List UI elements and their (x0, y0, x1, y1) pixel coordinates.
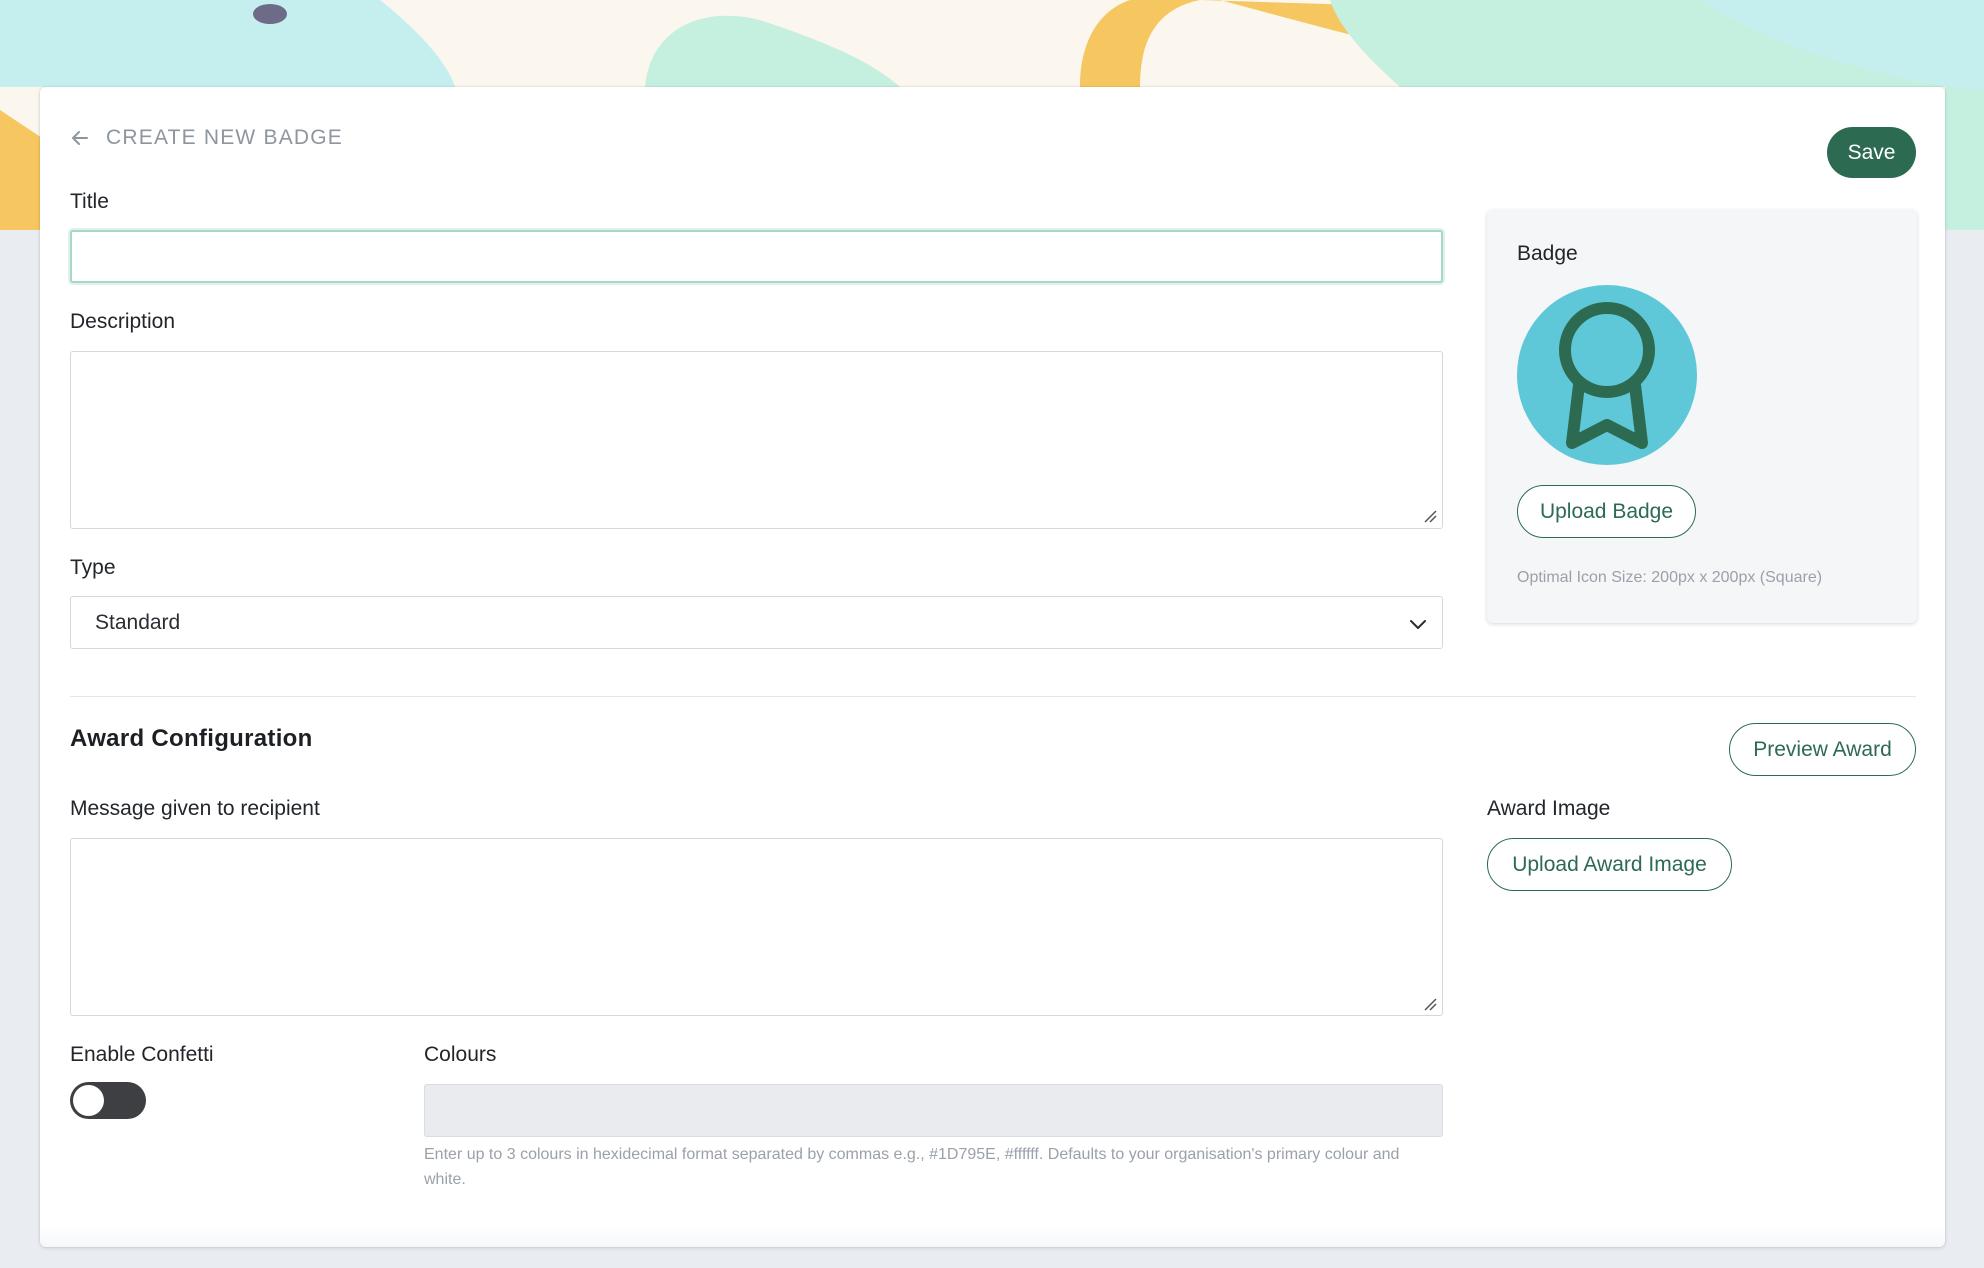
upload-award-image-button[interactable]: Upload Award Image (1487, 838, 1732, 891)
award-ribbon-icon (1559, 302, 1655, 449)
resize-handle-icon[interactable] (1423, 509, 1437, 523)
badge-preview (1517, 285, 1697, 465)
description-label: Description (70, 310, 176, 333)
arrow-left-icon[interactable] (70, 128, 90, 148)
message-label: Message given to recipient (70, 797, 320, 820)
title-input[interactable] (70, 230, 1443, 283)
type-select[interactable]: Standard (70, 596, 1443, 649)
preview-award-button[interactable]: Preview Award (1729, 723, 1916, 776)
colours-input[interactable] (424, 1084, 1443, 1137)
badge-label: Badge (1517, 242, 1578, 265)
chevron-down-icon (1410, 620, 1426, 629)
save-button[interactable]: Save (1827, 127, 1916, 178)
badge-size-hint: Optimal Icon Size: 200px x 200px (Square… (1517, 569, 1823, 586)
create-badge-card: CREATE NEW BADGE Save Title Description … (40, 87, 1945, 1247)
upload-badge-button[interactable]: Upload Badge (1517, 485, 1696, 538)
colours-label: Colours (424, 1043, 497, 1066)
section-divider (70, 696, 1916, 697)
award-image-label: Award Image (1487, 797, 1611, 820)
toggle-knob (73, 1085, 104, 1116)
page-title: CREATE NEW BADGE (106, 126, 344, 149)
award-configuration-heading: Award Configuration (70, 725, 313, 752)
badge-panel: Badge Upload Badge Optimal Icon Size: 20… (1487, 210, 1917, 623)
enable-confetti-label: Enable Confetti (70, 1043, 214, 1066)
resize-handle-icon[interactable] (1423, 997, 1437, 1011)
card-bottom-fade (40, 1227, 1945, 1247)
colours-hint: Enter up to 3 colours in hexidecimal for… (424, 1146, 1400, 1188)
type-select-value: Standard (95, 610, 181, 634)
message-textarea[interactable] (70, 838, 1443, 1016)
back-link[interactable]: CREATE NEW BADGE (70, 123, 343, 153)
type-label: Type (70, 556, 116, 579)
confetti-toggle[interactable] (70, 1082, 146, 1119)
description-textarea[interactable] (70, 351, 1443, 529)
title-label: Title (70, 190, 109, 213)
